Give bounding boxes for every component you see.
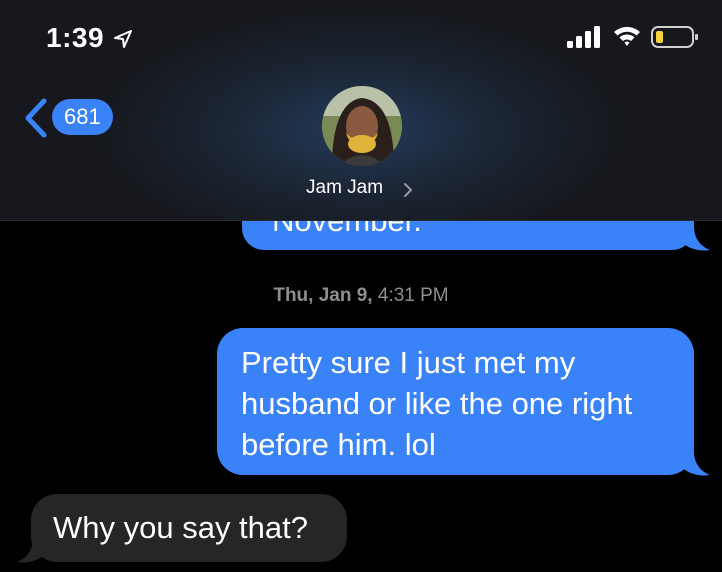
location-arrow-icon [114, 30, 132, 48]
message-text: Why you say that? [53, 510, 309, 545]
status-time: 1:39 [46, 22, 105, 53]
bubble-tail [17, 538, 47, 563]
contact-name[interactable]: Jam Jam [306, 177, 383, 199]
contact-avatar[interactable] [322, 86, 402, 166]
timestamp-time: 4:31 PM [377, 285, 449, 306]
battery-low-icon [651, 26, 698, 48]
message-timestamp: Thu, Jan 9, 4:31 PM [0, 285, 722, 307]
bubble-tail [680, 226, 710, 251]
timestamp-day: Thu, Jan 9, [273, 285, 373, 306]
message-text: Pretty sure I just met my husband or lik… [241, 345, 633, 462]
avatar-photo [322, 86, 402, 166]
back-chevron-icon[interactable] [22, 98, 50, 138]
bubble-tail [680, 451, 710, 476]
conversation-header: 1:39 681 Jam Jam [0, 0, 722, 221]
chevron-right-icon[interactable] [402, 181, 414, 199]
message-bubble-outgoing[interactable]: Pretty sure I just met my husband or lik… [217, 328, 694, 475]
unread-count-badge[interactable]: 681 [52, 99, 113, 135]
message-bubble-incoming[interactable]: Why you say that? [31, 494, 347, 562]
wifi-icon [614, 26, 640, 46]
cellular-signal-icon [567, 26, 600, 48]
